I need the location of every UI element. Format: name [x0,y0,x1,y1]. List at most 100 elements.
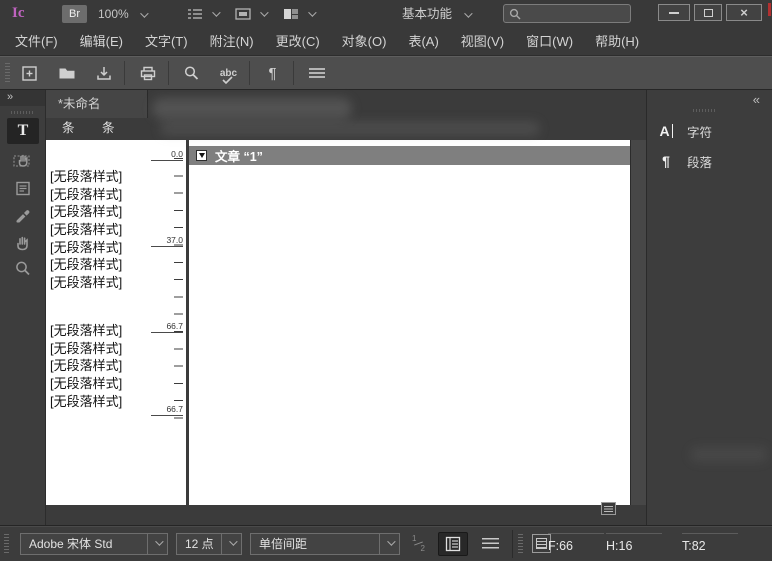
select-chevron [147,534,167,554]
statusbar-drag-handle[interactable] [4,534,9,554]
story-collapse-button[interactable] [196,150,207,161]
menu-file[interactable]: 文件(F) [4,28,69,55]
style-row[interactable]: [无段落样式] [50,254,122,270]
statusbar-menu-icon[interactable] [482,538,499,549]
eyedropper-tool[interactable] [7,203,39,229]
tools-drag-handle[interactable] [11,111,35,114]
position-tool[interactable] [7,147,39,173]
style-row[interactable]: [无段落样式] [50,184,122,200]
toolbar-separator [168,61,169,85]
search-input[interactable] [521,8,621,20]
titlebar: Ic Br 100% [0,0,772,28]
spellcheck-button[interactable]: abc [211,57,246,89]
paragraph-panel-label: 段落 [687,152,712,171]
incopy-window: Ic Br 100% [0,0,772,561]
toolbar-drag-handle[interactable] [5,63,10,83]
open-folder-icon [57,64,77,82]
note-tool[interactable] [7,175,39,201]
smudge-artifact [690,447,768,462]
style-row[interactable]: [无段落样式] [50,391,122,407]
menubar: 文件(F) 编辑(E) 文字(T) 附注(N) 更改(C) 对象(O) 表(A)… [0,28,772,56]
search-icon [182,64,201,83]
font-size-select[interactable]: 12 点 [176,533,242,555]
hand-icon [13,233,33,253]
style-row[interactable]: [无段落样式] [50,272,122,288]
paragraph-panel-tab[interactable]: ¶ 段落 [647,148,772,174]
dock-drag-handle[interactable] [693,109,717,112]
type-tool[interactable]: T [7,118,39,144]
document-tab[interactable]: *未命名 [46,90,148,118]
close-button[interactable]: × [726,4,762,21]
minimize-button[interactable] [658,4,690,21]
save-button[interactable] [86,57,121,89]
pilcrow-icon: ¶ [651,153,681,169]
hidden-characters-button[interactable]: ¶ [255,57,290,89]
stats-drag-handle[interactable] [518,534,523,554]
arrange-documents-dropdown[interactable] [282,6,314,22]
info-column-icon [445,536,461,552]
info-column-toggle-button[interactable] [438,532,468,556]
stat-footnotes: F:66 [548,533,604,555]
note-tool-icon [13,179,33,198]
workspace-switcher[interactable]: 基本功能 [402,6,470,22]
toolbar-separator [124,61,125,85]
collapse-panels-button[interactable]: « [753,92,760,107]
print-button[interactable] [130,57,165,89]
new-document-icon [20,64,39,83]
menu-type[interactable]: 文字(T) [134,28,199,55]
search-icon [509,8,521,20]
style-row[interactable]: [无段落样式] [50,373,122,389]
style-row[interactable]: [无段落样式] [50,338,122,354]
menu-window[interactable]: 窗口(W) [515,28,584,55]
menu-changes[interactable]: 更改(C) [265,28,331,55]
zoom-level-dropdown[interactable]: 100% [98,5,146,23]
style-row[interactable]: [无段落样式] [50,355,122,371]
style-row[interactable]: [无段落样式] [50,237,122,253]
leading-select[interactable]: 单倍间距 [250,533,400,555]
character-panel-label: 字符 [687,122,712,141]
zoom-level-value: 100% [98,7,129,21]
minimize-icon [669,12,679,14]
save-icon [94,64,114,83]
select-chevron [379,534,399,554]
open-button[interactable] [49,57,84,89]
font-family-select[interactable]: Adobe 宋体 Std [20,533,168,555]
chevron-down-icon [464,9,472,17]
bridge-button[interactable]: Br [62,5,87,23]
resize-grip-icon[interactable] [601,502,616,515]
depth-ruler-label: 66.7 [151,404,183,416]
tools-panel-expand[interactable]: » [0,90,45,106]
search-box[interactable] [503,4,631,23]
screen-mode-icon [234,7,252,21]
menu-icon [308,67,326,79]
menu-edit[interactable]: 编辑(E) [69,28,134,55]
menu-help[interactable]: 帮助(H) [584,28,650,55]
tools-panel: » T [0,90,46,525]
search-button[interactable] [174,57,209,89]
zoom-tool[interactable] [7,256,39,282]
style-row[interactable]: [无段落样式] [50,201,122,217]
menu-view[interactable]: 视图(V) [450,28,515,55]
vertical-scrollbar[interactable] [630,140,646,505]
character-panel-tab[interactable]: A 字符 [647,118,772,144]
select-chevron [221,534,241,554]
style-row[interactable]: [无段落样式] [50,219,122,235]
new-document-button[interactable] [12,57,47,89]
menu-table[interactable]: 表(A) [397,28,449,55]
pilcrow-icon: ¶ [268,65,276,82]
toolbar-menu-button[interactable] [299,57,334,89]
menu-notes[interactable]: 附注(N) [199,28,265,55]
hand-tool[interactable] [7,230,39,256]
character-icon: A [651,123,681,139]
view-options-dropdown[interactable] [186,6,218,22]
story-editor[interactable]: 文章 “1” [189,140,630,505]
line-number-icon[interactable]: 12 [412,534,426,554]
style-row[interactable]: [无段落样式] [50,166,122,182]
screen-mode-dropdown[interactable] [234,6,266,22]
toolbar: abc ¶ [0,56,772,90]
maximize-button[interactable] [694,4,722,21]
style-row[interactable]: [无段落样式] [50,320,122,336]
maximize-icon [704,9,713,17]
menu-object[interactable]: 对象(O) [331,28,398,55]
chevron-down-icon [308,8,316,16]
